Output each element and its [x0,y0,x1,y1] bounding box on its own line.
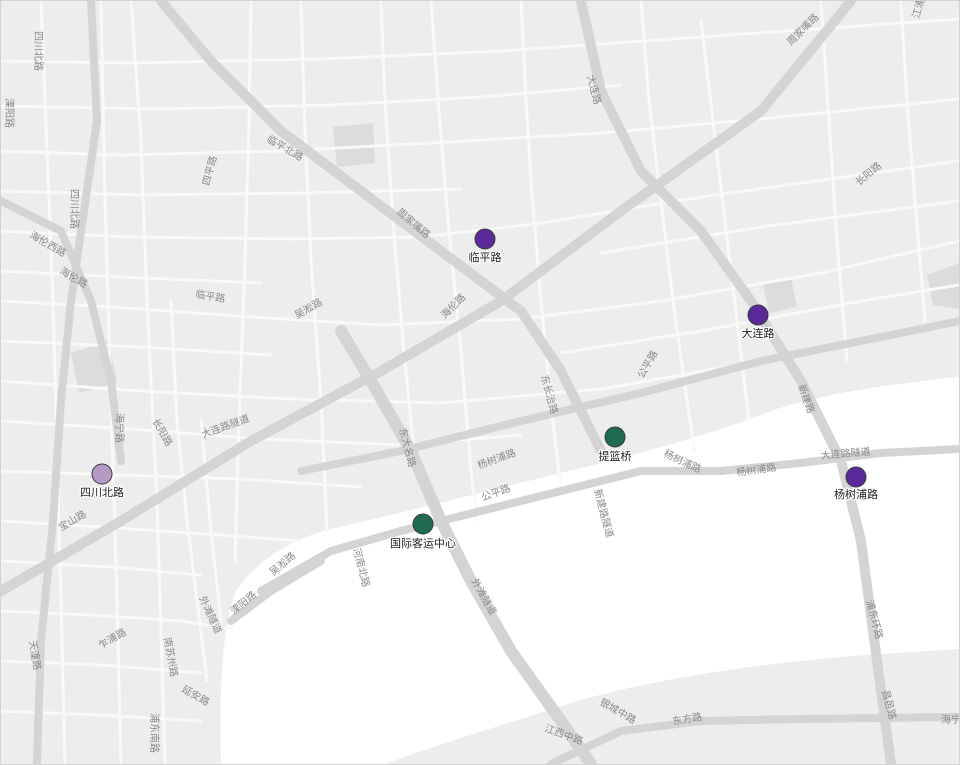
street-label: 四川北路 [32,31,45,71]
station-marker[interactable] [845,466,867,488]
station-marker[interactable] [474,228,496,250]
street-label: 浦东南路 [148,713,161,753]
street-label: 海宁路 [113,413,126,443]
base-map[interactable]: 四川北路临平北路四平路大连路周家嘴路长阳路江浦路溧阳路四川北路海伦西路海伦路临平… [1,1,959,764]
street-label: 溧阳路 [3,98,16,128]
station-marker[interactable] [747,304,769,326]
station-label: 临平路 [469,250,502,264]
station-label: 提篮桥 [599,449,632,463]
station-label: 国际客运中心 [390,536,456,550]
station-label: 四川北路 [80,486,124,499]
street-label: 四川北路 [68,189,81,229]
station-label: 大连路 [742,326,775,340]
station-marker[interactable] [412,513,434,535]
map-canvas[interactable]: 四川北路 临平北路 四平路 大连路 周家嘴路 长阳路 江浦路 溧阳路 四川北路 海伦西路 海伦路 临平… [0,0,960,765]
street-label: 海宁路 [941,713,959,726]
station-marker[interactable] [91,463,113,485]
station-marker[interactable] [604,426,626,448]
station-label: 杨树浦路 [834,487,878,501]
